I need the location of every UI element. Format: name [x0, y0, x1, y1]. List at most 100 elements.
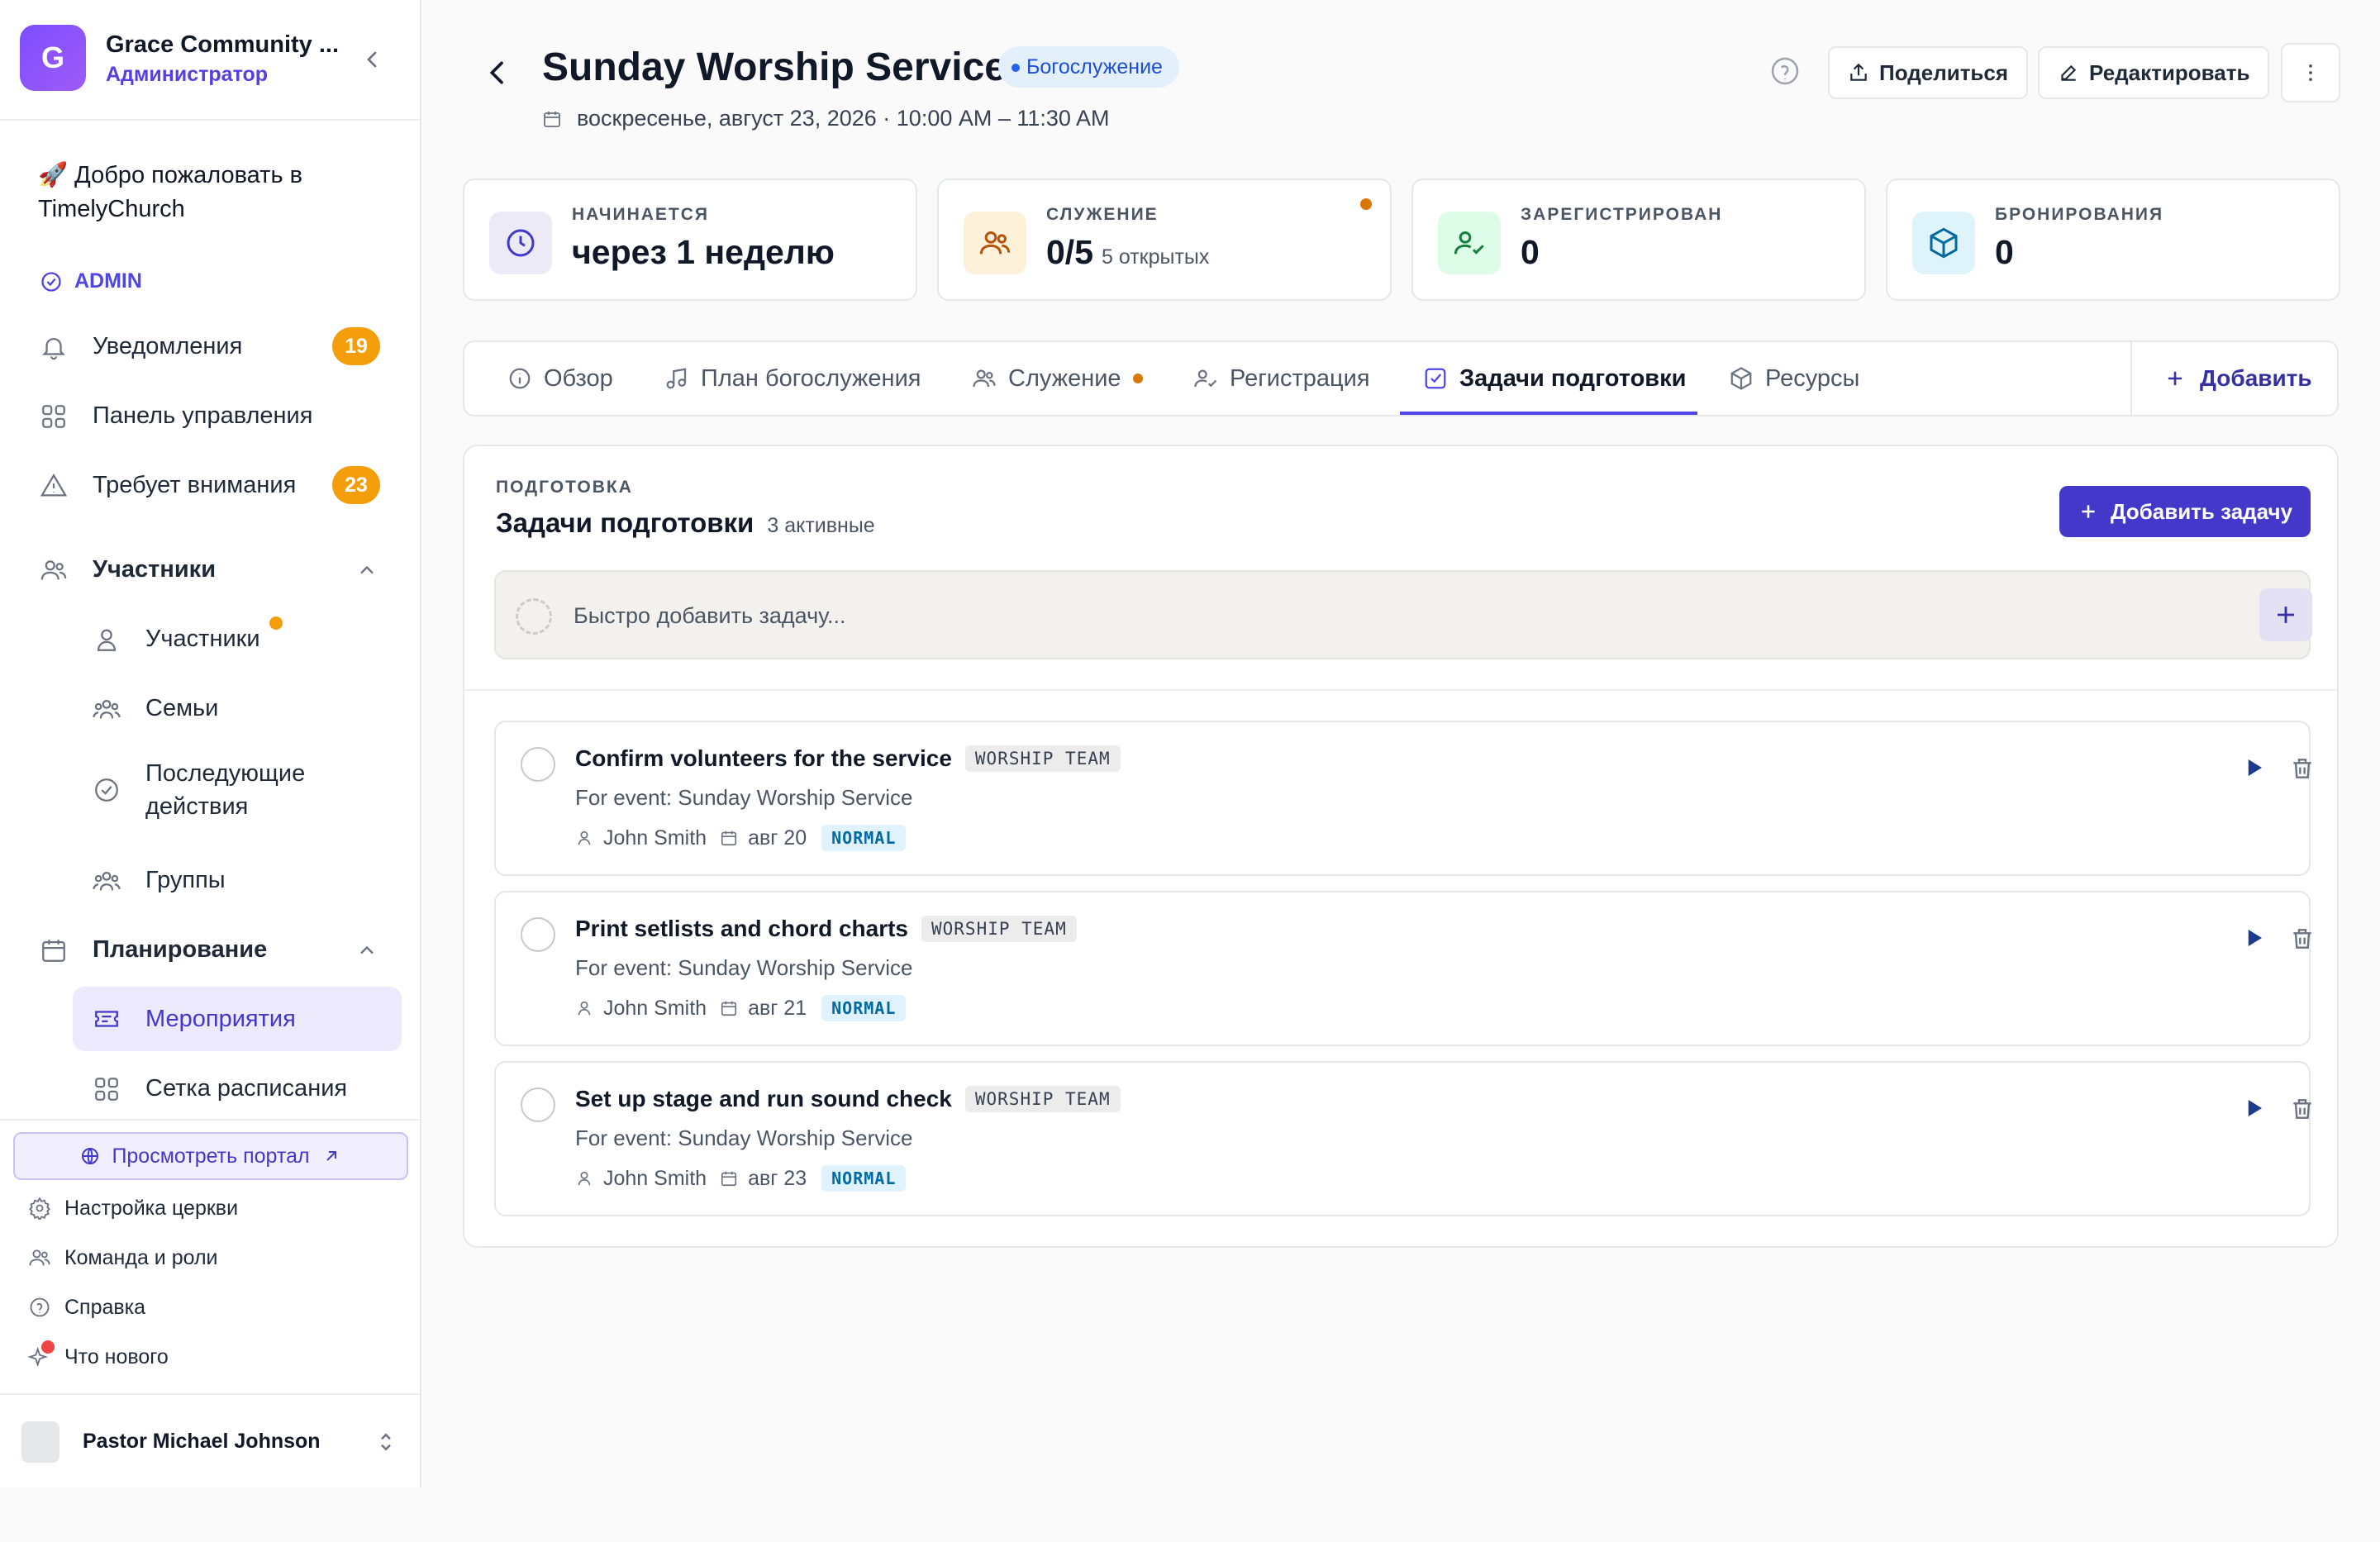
- sidebar-item-notifications[interactable]: Уведомления 19: [0, 319, 420, 374]
- quick-add-input[interactable]: Быстро добавить задачу...: [574, 603, 845, 629]
- trash-icon[interactable]: [2289, 926, 2316, 952]
- quick-add-button[interactable]: [2259, 588, 2312, 641]
- sidebar-item-label: Участники: [145, 625, 260, 652]
- user-menu[interactable]: Pastor Michael Johnson: [0, 1393, 420, 1487]
- stat-label: ЗАРЕГИСТРИРОВАН: [1521, 205, 1723, 224]
- task-title: Confirm volunteers for the service: [575, 745, 952, 771]
- stat-card-registered: ЗАРЕГИСТРИРОВАН 0: [1411, 178, 1866, 301]
- stat-value-text: через 1 неделю: [572, 233, 835, 271]
- bell-icon: [40, 333, 68, 361]
- task-checkbox[interactable]: [521, 917, 555, 952]
- stat-value: 0: [1995, 233, 2014, 272]
- user-icon: [575, 1169, 593, 1187]
- sidebar-item-families[interactable]: Семьи: [0, 681, 420, 735]
- share-icon: [1848, 62, 1869, 83]
- clock-icon: [489, 212, 552, 274]
- tab-resources[interactable]: Ресурсы: [1729, 342, 1859, 415]
- tab-bar: Обзор План богослужения Служение Регистр…: [463, 340, 2339, 416]
- play-icon[interactable]: [2241, 926, 2266, 950]
- share-button[interactable]: Поделиться: [1828, 46, 2029, 99]
- info-icon: [507, 366, 532, 391]
- users-icon: [972, 366, 997, 391]
- user-icon: [575, 829, 593, 847]
- sidebar-item-schedule-grid[interactable]: Сетка расписания: [0, 1061, 420, 1116]
- back-arrow-icon[interactable]: [481, 56, 514, 89]
- tab-serving[interactable]: Служение: [972, 342, 1143, 415]
- tab-prep-tasks[interactable]: Задачи подготовки: [1423, 342, 1686, 415]
- stat-value-text: 0/5: [1046, 233, 1093, 271]
- play-icon[interactable]: [2241, 1096, 2266, 1121]
- team-tag: WORSHIP TEAM: [964, 745, 1121, 772]
- sidebar-item-label: Последующие действия: [145, 760, 306, 820]
- church-settings-link[interactable]: Настройка церкви: [28, 1192, 238, 1225]
- user-check-icon: [1193, 366, 1218, 391]
- user-name: Pastor Michael Johnson: [83, 1430, 321, 1453]
- users-icon: [964, 212, 1026, 274]
- sidebar-item-followups[interactable]: Последующие действия: [0, 749, 420, 831]
- task-title-row: Set up stage and run sound check WORSHIP …: [575, 1086, 1121, 1112]
- help-link[interactable]: Справка: [28, 1291, 145, 1324]
- tab-overview[interactable]: Обзор: [507, 342, 613, 415]
- add-task-button[interactable]: Добавить задачу: [2059, 486, 2311, 537]
- sidebar-item-groups[interactable]: Группы: [0, 853, 420, 907]
- task-event: For event: Sunday Worship Service: [575, 785, 913, 810]
- task-checkbox[interactable]: [521, 1087, 555, 1122]
- check-circle-icon: [40, 270, 63, 293]
- panel-title: Задачи подготовки 3 активные: [496, 507, 875, 539]
- task-item: Confirm volunteers for the service WORSHI…: [494, 721, 2311, 876]
- sidebar-item-dashboard[interactable]: Панель управления: [0, 388, 420, 443]
- chevrons-updown-icon: [374, 1430, 398, 1454]
- notification-count-badge: 19: [332, 327, 380, 365]
- event-datetime: воскресенье, август 23, 2026 · 10:00 AM …: [542, 106, 1109, 131]
- priority-badge: NORMAL: [821, 1165, 907, 1192]
- calendar-icon: [720, 999, 738, 1017]
- task-assignee: John Smith: [603, 996, 707, 1020]
- alert-triangle-icon: [40, 472, 68, 500]
- task-title: Print setlists and chord charts: [575, 916, 908, 941]
- sidebar-group-people[interactable]: Участники: [0, 542, 420, 597]
- stat-value: через 1 неделю: [572, 233, 835, 272]
- sidebar-item-label: Уведомления: [93, 332, 243, 359]
- welcome-link[interactable]: 🚀 Добро пожаловать в TimelyChurch: [38, 159, 385, 226]
- task-checkbox[interactable]: [521, 747, 555, 782]
- more-options-icon[interactable]: [2281, 43, 2340, 102]
- family-icon: [93, 695, 121, 723]
- stat-value-text: 0: [1995, 233, 2014, 271]
- sidebar: G Grace Community ... Администратор 🚀 До…: [0, 0, 421, 1487]
- task-item: Print setlists and chord charts WORSHIP T…: [494, 891, 2311, 1046]
- status-dot: [1360, 198, 1372, 210]
- trash-icon[interactable]: [2289, 1096, 2316, 1122]
- sidebar-item-members[interactable]: Участники: [0, 612, 420, 666]
- sidebar-group-planning[interactable]: Планирование: [0, 922, 420, 977]
- tab-service-plan[interactable]: План богослужения: [664, 342, 921, 415]
- edit-button[interactable]: Редактировать: [2038, 46, 2270, 99]
- sidebar-item-attention[interactable]: Требует внимания 23: [0, 458, 420, 512]
- team-roles-link[interactable]: Команда и роли: [28, 1241, 218, 1274]
- help-circle-icon[interactable]: [1768, 55, 1802, 88]
- whats-new-link[interactable]: Что нового: [28, 1340, 169, 1373]
- divider: [0, 1119, 420, 1121]
- view-portal-button[interactable]: Просмотреть портал: [13, 1132, 408, 1180]
- help-label: Справка: [64, 1295, 146, 1319]
- tab-registration[interactable]: Регистрация: [1193, 342, 1370, 415]
- org-avatar: G: [20, 25, 86, 91]
- sidebar-item-events[interactable]: Мероприятия: [0, 987, 420, 1051]
- stat-label: НАЧИНАЕТСЯ: [572, 205, 710, 224]
- sidebar-item-label: Требует внимания: [93, 471, 297, 498]
- team-tag: WORSHIP TEAM: [921, 916, 1077, 942]
- task-event: For event: Sunday Worship Service: [575, 1126, 913, 1150]
- org-switcher[interactable]: G Grace Community ... Администратор: [0, 0, 420, 121]
- add-tab-button[interactable]: Добавить: [2163, 342, 2312, 415]
- panel-title-text: Задачи подготовки: [496, 507, 754, 538]
- stat-label: СЛУЖЕНИЕ: [1046, 205, 1159, 224]
- app-window: G Grace Community ... Администратор 🚀 До…: [0, 0, 2380, 1542]
- task-due-date: авг 21: [748, 996, 807, 1020]
- task-event: For event: Sunday Worship Service: [575, 955, 913, 980]
- user-icon: [93, 626, 121, 654]
- event-type-badge: Богослужение: [998, 46, 1179, 88]
- collapse-sidebar-icon[interactable]: [359, 46, 385, 73]
- sidebar-item-label: Семьи: [145, 694, 219, 721]
- active-tab-underline: [1400, 412, 1697, 415]
- play-icon[interactable]: [2241, 755, 2266, 780]
- trash-icon[interactable]: [2289, 755, 2316, 782]
